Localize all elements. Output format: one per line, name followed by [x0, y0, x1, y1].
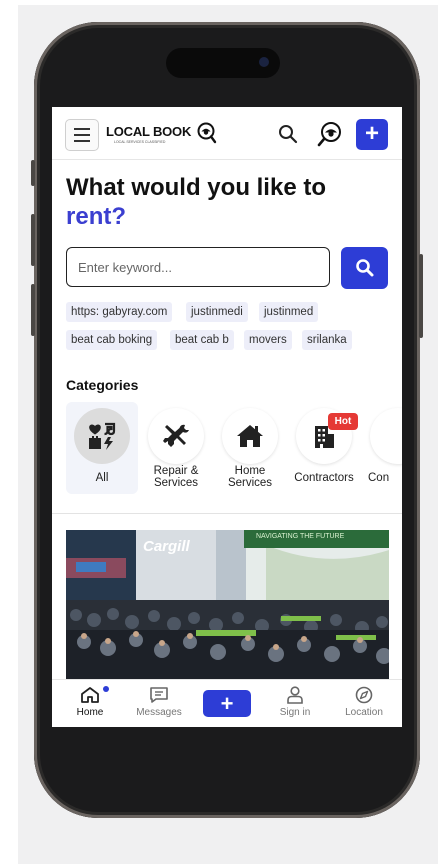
partial-category-icon [384, 422, 402, 450]
nav-location[interactable]: Location [334, 680, 394, 727]
headline-text: What would you like to [66, 174, 326, 201]
keyword-chip[interactable]: justinmed [259, 302, 319, 322]
category-icon-circle [222, 408, 278, 464]
category-icon-circle [370, 408, 402, 464]
search-button[interactable] [341, 247, 388, 289]
messages-icon [150, 687, 168, 703]
hot-badge: Hot [328, 413, 358, 430]
category-repair-services[interactable]: Repair & Services [140, 402, 212, 494]
menu-button[interactable] [65, 119, 99, 151]
nav-messages[interactable]: Messages [129, 680, 189, 727]
nav-label: Sign in [279, 707, 311, 718]
search-icon [356, 259, 374, 277]
logo-text: LOCAL BOOK [106, 124, 192, 139]
user-icon [287, 686, 303, 704]
category-label: Home Services [227, 465, 273, 489]
camera [259, 57, 269, 67]
headline-accent: rent? [66, 203, 126, 230]
featured-banner-image[interactable]: NAVIGATING THE FUTURE Cargill [66, 530, 389, 680]
category-label: All [95, 472, 109, 484]
avatar[interactable] [317, 121, 343, 147]
category-label: Con [368, 472, 390, 484]
search-icon[interactable] [278, 124, 298, 144]
banner-brand: Cargill [143, 538, 190, 555]
nav-label: Messages [136, 707, 182, 718]
top-bar: LOCAL BOOK LOCAL SERVICES CLASSIFIED + [52, 107, 402, 160]
category-label: Repair & Services [153, 465, 199, 489]
add-listing-button[interactable]: + [356, 119, 388, 150]
nav-label: Location [345, 707, 383, 718]
category-home-services[interactable]: Home Services [214, 402, 286, 494]
keyword-chip[interactable]: beat cab b [170, 330, 234, 350]
bottom-nav: Home Messages + Sign in Location [52, 679, 402, 727]
keyword-chip[interactable]: justinmedi [186, 302, 248, 322]
power-button [419, 254, 423, 338]
category-icon-circle [74, 408, 130, 464]
category-label: Contractors [294, 472, 354, 484]
keyword-chip[interactable]: https: gabyray.com [66, 302, 173, 322]
volume-up-button [31, 214, 35, 266]
home-icon [237, 425, 263, 447]
nav-home[interactable]: Home [60, 680, 120, 727]
compass-icon [355, 686, 373, 704]
search-input[interactable] [66, 247, 330, 287]
all-categories-icon [89, 422, 116, 450]
banner-signboard: NAVIGATING THE FUTURE [244, 530, 389, 548]
app-screen: LOCAL BOOK LOCAL SERVICES CLASSIFIED + W… [52, 107, 402, 727]
logo-magnifier-icon [197, 122, 217, 144]
nav-sign-in[interactable]: Sign in [265, 680, 325, 727]
category-icon-circle [148, 408, 204, 464]
tools-icon [163, 424, 189, 447]
category-all[interactable]: All [66, 402, 138, 494]
volume-down-button [31, 284, 35, 336]
keyword-chip[interactable]: srilanka [302, 330, 352, 350]
keyword-chip[interactable]: beat cab boking [66, 330, 158, 350]
categories-title: Categories [66, 377, 139, 393]
nav-add-button[interactable]: + [203, 690, 251, 717]
section-divider [52, 513, 402, 514]
banner-scene [66, 530, 389, 680]
home-icon [81, 687, 99, 703]
notification-dot [103, 686, 109, 692]
category-partial[interactable]: Con [362, 402, 402, 494]
nav-label: Home [76, 707, 104, 718]
side-button [31, 160, 35, 186]
keyword-chip[interactable]: movers [244, 330, 292, 350]
page-title: What would you like to rent? [66, 173, 326, 231]
banner-board-text: NAVIGATING THE FUTURE [256, 533, 345, 540]
logo-subtitle: LOCAL SERVICES CLASSIFIED [114, 140, 166, 144]
